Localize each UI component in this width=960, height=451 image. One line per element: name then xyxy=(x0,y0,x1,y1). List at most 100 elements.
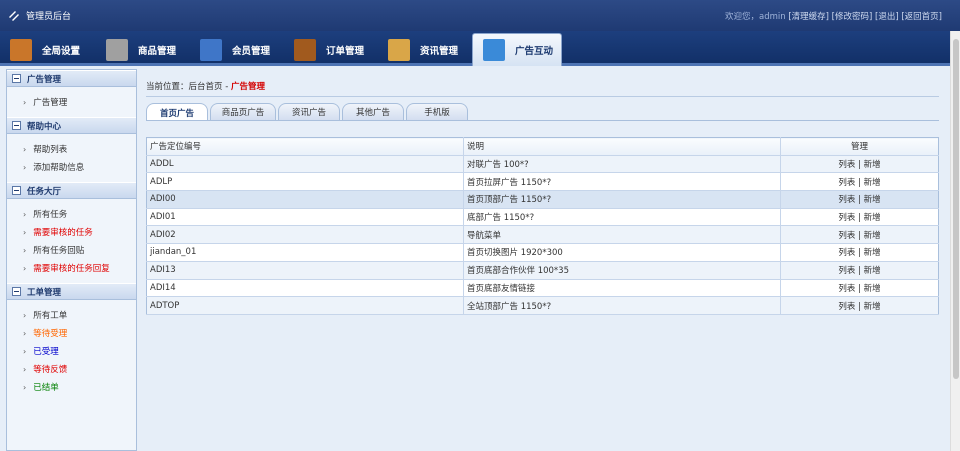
ad-code: ADI02 xyxy=(146,225,464,245)
row-actions: 列表 | 新增 xyxy=(780,172,939,192)
briefcase-icon xyxy=(294,38,316,61)
add-link[interactable]: 新增 xyxy=(864,284,881,294)
sidebar-item-closed[interactable]: › 已结单 xyxy=(7,378,136,396)
chevron-right-icon: › xyxy=(23,144,27,154)
table-row: ADI14 首页底部友情链接 列表 | 新增 xyxy=(146,279,939,298)
row-actions: 列表 | 新增 xyxy=(780,296,939,315)
list-link[interactable]: 列表 xyxy=(838,195,855,205)
main-content: 当前位置：后台首页 - 广告管理 首页广告 商品页广告 资讯广告 其他广告 手机… xyxy=(137,69,950,451)
scrollbar[interactable] xyxy=(950,31,960,451)
ad-desc: 首页底部合作伙伴 100*35 xyxy=(463,261,781,280)
scrollbar-thumb[interactable] xyxy=(953,39,959,379)
row-actions: 列表 | 新增 xyxy=(780,208,939,227)
logout-link[interactable]: [退出] xyxy=(875,12,899,22)
add-link[interactable]: 新增 xyxy=(864,302,881,312)
ad-code: ADLP xyxy=(146,172,464,192)
breadcrumb-current: 广告管理 xyxy=(230,82,265,92)
sidebar-item-ad-management[interactable]: › 广告管理 xyxy=(7,93,136,111)
list-link[interactable]: 列表 xyxy=(838,266,855,276)
ad-desc: 首页底部友情链接 xyxy=(463,279,781,298)
sidebar-item-task-replies[interactable]: › 所有任务回贴 xyxy=(7,241,136,259)
list-link[interactable]: 列表 xyxy=(838,213,855,223)
table-row: ADI02 导航菜单 列表 | 新增 xyxy=(146,225,939,245)
top-bar: 管理员后台 欢迎您，admin [清理缓存] [修改密码] [退出] [返回首页… xyxy=(0,0,960,31)
column-header-manage: 管理 xyxy=(780,137,939,156)
add-link[interactable]: 新增 xyxy=(864,231,881,241)
change-password-link[interactable]: [修改密码] xyxy=(832,12,873,22)
table-row: ADI13 首页底部合作伙伴 100*35 列表 | 新增 xyxy=(146,261,939,280)
sidebar-item-pending[interactable]: › 等待受理 xyxy=(7,324,136,342)
sidebar-item-tasks-review[interactable]: › 需要审核的任务 xyxy=(7,223,136,241)
sidebar-item-add-help[interactable]: › 添加帮助信息 xyxy=(7,158,136,176)
list-link[interactable]: 列表 xyxy=(838,178,855,188)
divider xyxy=(146,96,939,97)
list-link[interactable]: 列表 xyxy=(838,248,855,258)
sidebar-item-all-tickets[interactable]: › 所有工单 xyxy=(7,306,136,324)
collapse-icon xyxy=(12,287,21,296)
tab-mobile[interactable]: 手机版 xyxy=(406,103,468,120)
sidebar-section-help[interactable]: 帮助中心 xyxy=(7,117,136,134)
member-card-icon xyxy=(200,38,222,61)
list-link[interactable]: 列表 xyxy=(838,160,855,170)
add-link[interactable]: 新增 xyxy=(864,213,881,223)
ad-table: 广告定位编号 说明 管理 ADDL 对联广告 100*? 列表 | 新增 ADLP 首… xyxy=(146,137,939,315)
chevron-right-icon: › xyxy=(23,364,27,374)
tab-home-ads[interactable]: 首页广告 xyxy=(146,103,208,121)
sidebar-item-accepted[interactable]: › 已受理 xyxy=(7,342,136,360)
sidebar-section-tasks[interactable]: 任务大厅 xyxy=(7,182,136,199)
row-actions: 列表 | 新增 xyxy=(780,190,939,209)
add-link[interactable]: 新增 xyxy=(864,195,881,205)
chevron-right-icon: › xyxy=(23,310,27,320)
ad-desc: 底部广告 1150*? xyxy=(463,208,781,227)
clear-cache-link[interactable]: [清理缓存] xyxy=(788,12,829,22)
chevron-right-icon: › xyxy=(23,227,27,237)
chevron-right-icon: › xyxy=(23,382,27,392)
chevron-right-icon: › xyxy=(23,263,27,273)
chevron-right-icon: › xyxy=(23,209,27,219)
column-header-code: 广告定位编号 xyxy=(146,137,464,156)
tab-products[interactable]: 商品管理 xyxy=(106,33,196,66)
ad-desc: 全站顶部广告 1150*? xyxy=(463,296,781,315)
ad-desc: 首页拉屏广告 1150*? xyxy=(463,172,781,192)
add-link[interactable]: 新增 xyxy=(864,248,881,258)
product-icon xyxy=(106,38,128,61)
chevron-right-icon: › xyxy=(23,346,27,356)
sidebar-item-replies-review[interactable]: › 需要审核的任务回复 xyxy=(7,259,136,277)
ad-code: ADI01 xyxy=(146,208,464,227)
add-link[interactable]: 新增 xyxy=(864,266,881,276)
sidebar-item-all-tasks[interactable]: › 所有任务 xyxy=(7,205,136,223)
list-link[interactable]: 列表 xyxy=(838,302,855,312)
add-link[interactable]: 新增 xyxy=(864,160,881,170)
collapse-icon xyxy=(12,121,21,130)
tab-ads[interactable]: 广告互动 xyxy=(472,33,562,66)
logo-icon xyxy=(9,10,19,21)
tab-news-ads[interactable]: 资讯广告 xyxy=(278,103,340,120)
list-link[interactable]: 列表 xyxy=(838,231,855,241)
sidebar-item-awaiting-feedback[interactable]: › 等待反馈 xyxy=(7,360,136,378)
sidebar-item-help-list[interactable]: › 帮助列表 xyxy=(7,140,136,158)
tab-orders[interactable]: 订单管理 xyxy=(294,33,384,66)
sidebar: 广告管理 › 广告管理 帮助中心 › 帮助列表 › 添加帮助信息 任务大厅 › 所有任务… xyxy=(6,69,137,451)
home-link[interactable]: [返回首页] xyxy=(901,12,942,22)
ad-code: ADI14 xyxy=(146,279,464,298)
top-links: 欢迎您，admin [清理缓存] [修改密码] [退出] [返回首页] xyxy=(725,10,942,22)
ad-code: ADDL xyxy=(146,155,464,174)
tab-news[interactable]: 资讯管理 xyxy=(388,33,478,66)
row-actions: 列表 | 新增 xyxy=(780,225,939,245)
tab-other-ads[interactable]: 其他广告 xyxy=(342,103,404,120)
row-actions: 列表 | 新增 xyxy=(780,243,939,262)
row-actions: 列表 | 新增 xyxy=(780,279,939,298)
sidebar-section-tickets[interactable]: 工单管理 xyxy=(7,283,136,300)
table-row: ADI00 首页顶部广告 1150*? 列表 | 新增 xyxy=(146,190,939,209)
sidebar-section-ads[interactable]: 广告管理 xyxy=(7,70,136,87)
ad-desc: 首页顶部广告 1150*? xyxy=(463,190,781,209)
ad-code: ADI13 xyxy=(146,261,464,280)
collapse-icon xyxy=(12,186,21,195)
ad-desc: 首页切换图片 1920*300 xyxy=(463,243,781,262)
add-link[interactable]: 新增 xyxy=(864,178,881,188)
tab-product-ads[interactable]: 商品页广告 xyxy=(210,103,276,120)
ad-code: ADTOP xyxy=(146,296,464,315)
list-link[interactable]: 列表 xyxy=(838,284,855,294)
tab-members[interactable]: 会员管理 xyxy=(200,33,290,66)
tab-global-settings[interactable]: 全局设置 xyxy=(10,33,100,66)
